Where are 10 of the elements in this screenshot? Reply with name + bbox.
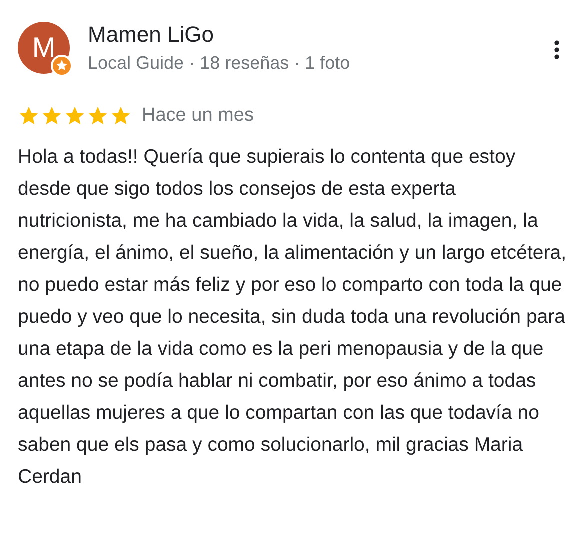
star-icon [41,105,63,128]
review-text: Hola a todas!! Quería que supierais lo contenta que estoy desde que sigo todos los consejos de esta experta nutricionista, me ha cambiado la vida, la salud, la imagen, la energía, el ánimo, el sueño, la alimentación y un largo etcétera, no puedo estar más feliz y por eso lo comparto con toda la que puedo y veo que lo necesita, sin duda toda una revolución para una etapa de la vida como es la peri menopausia y de la que antes no se podía hablar ni combatir, por eso ánimo a todas aquellas mujeres a que lo compartan con las que todavía no saben que els pasa y como solucionarlo, mil gracias Maria Cerdan [18,144,568,490]
star-icon [87,105,109,128]
author-name[interactable]: Mamen LiGo [88,20,350,50]
review-time: Hace un mes [142,104,254,128]
star-icon [64,105,86,128]
star-icon [110,105,132,128]
author-info: Local Guide · 18 reseñas · 1 foto [88,52,350,75]
star-icon [18,105,40,128]
more-options-icon[interactable] [554,40,560,60]
